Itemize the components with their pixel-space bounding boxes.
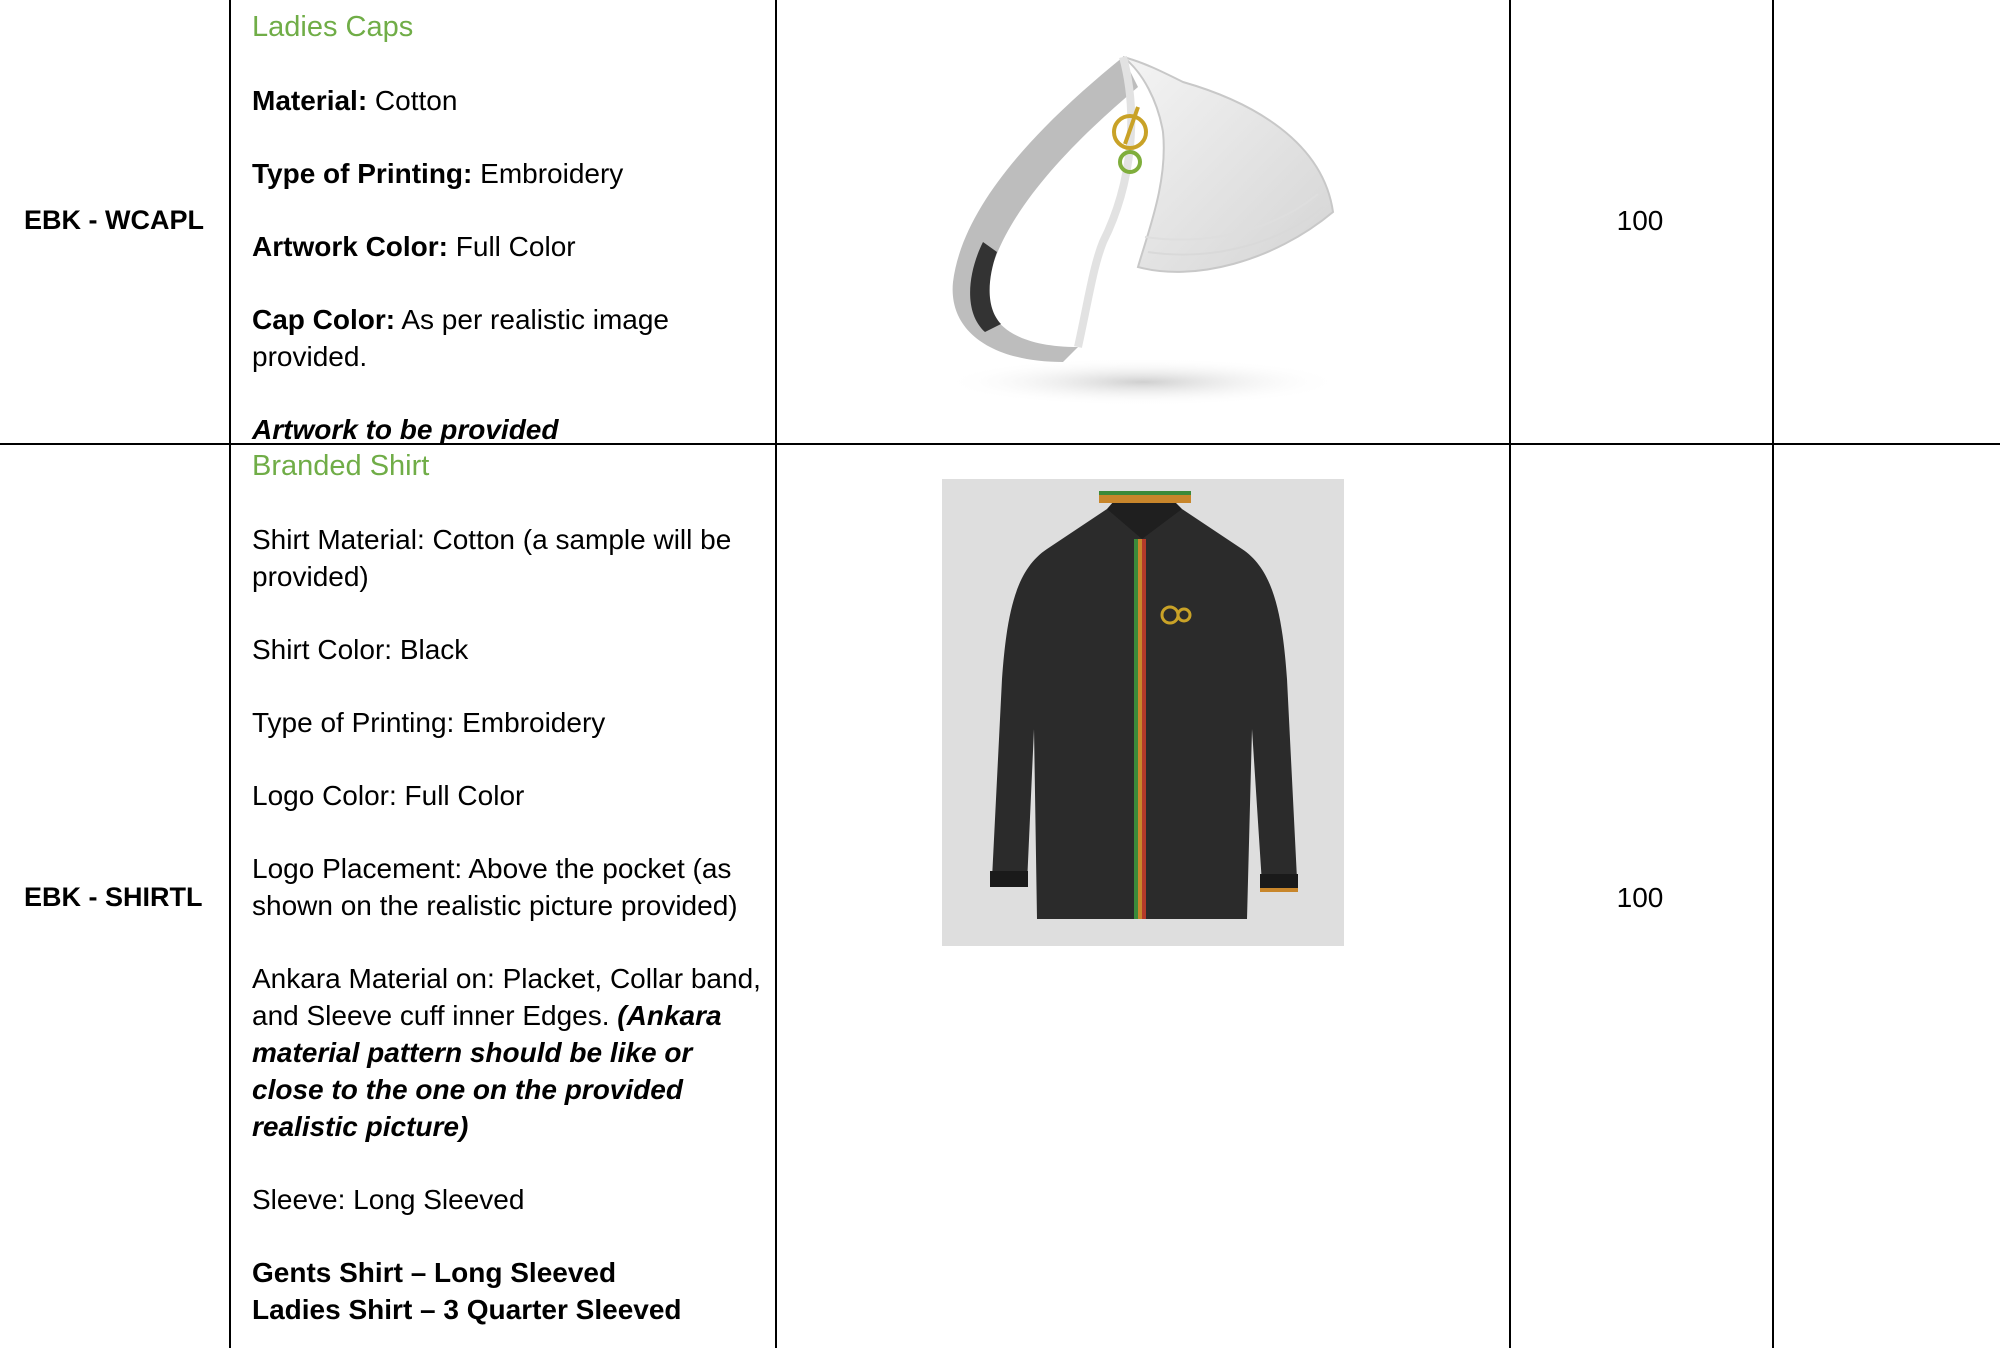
cap-color-label: Cap Color: — [252, 304, 396, 335]
item-heading: Branded Shirt — [252, 450, 430, 482]
item-heading: Ladies Caps — [252, 11, 414, 43]
printing-value: Embroidery — [472, 158, 624, 189]
column-divider — [1509, 0, 1511, 1348]
printing-label: Type of Printing: — [252, 158, 473, 189]
visor-cap-image — [893, 12, 1393, 438]
black-shirt-image — [942, 479, 1344, 946]
quantity-value: 100 — [1616, 882, 1664, 913]
column-divider — [775, 0, 777, 1348]
document-page: EBK - WCAPL Ladies Caps Material: Cotton… — [0, 0, 2000, 1348]
item-description: Branded Shirt Shirt Material: Cotton (a … — [252, 447, 762, 1328]
ladies-shirt-line: Ladies Shirt – 3 Quarter Sleeved — [252, 1294, 682, 1325]
logo-placement-line: Logo Placement: Above the pocket (as sho… — [252, 853, 738, 921]
gents-shirt-line: Gents Shirt – Long Sleeved — [252, 1257, 617, 1288]
sleeve-line: Sleeve: Long Sleeved — [252, 1184, 525, 1215]
quantity-value: 100 — [1616, 205, 1664, 236]
shirt-color-line: Shirt Color: Black — [252, 634, 469, 665]
material-label: Material: — [252, 85, 368, 116]
item-description: Ladies Caps Material: Cotton Type of Pri… — [252, 8, 762, 448]
item-code: EBK - SHIRTL — [24, 882, 203, 912]
logo-color-line: Logo Color: Full Color — [252, 780, 525, 811]
column-divider — [229, 0, 231, 1348]
artwork-note: Artwork to be provided — [252, 414, 559, 445]
shirt-material-line: Shirt Material: Cotton (a sample will be… — [252, 524, 732, 592]
printing-line: Type of Printing: Embroidery — [252, 707, 606, 738]
column-divider — [1772, 0, 1774, 1348]
material-value: Cotton — [367, 85, 458, 116]
item-code: EBK - WCAPL — [24, 205, 204, 235]
artwork-color-label: Artwork Color: — [252, 231, 448, 262]
artwork-color-value: Full Color — [448, 231, 576, 262]
